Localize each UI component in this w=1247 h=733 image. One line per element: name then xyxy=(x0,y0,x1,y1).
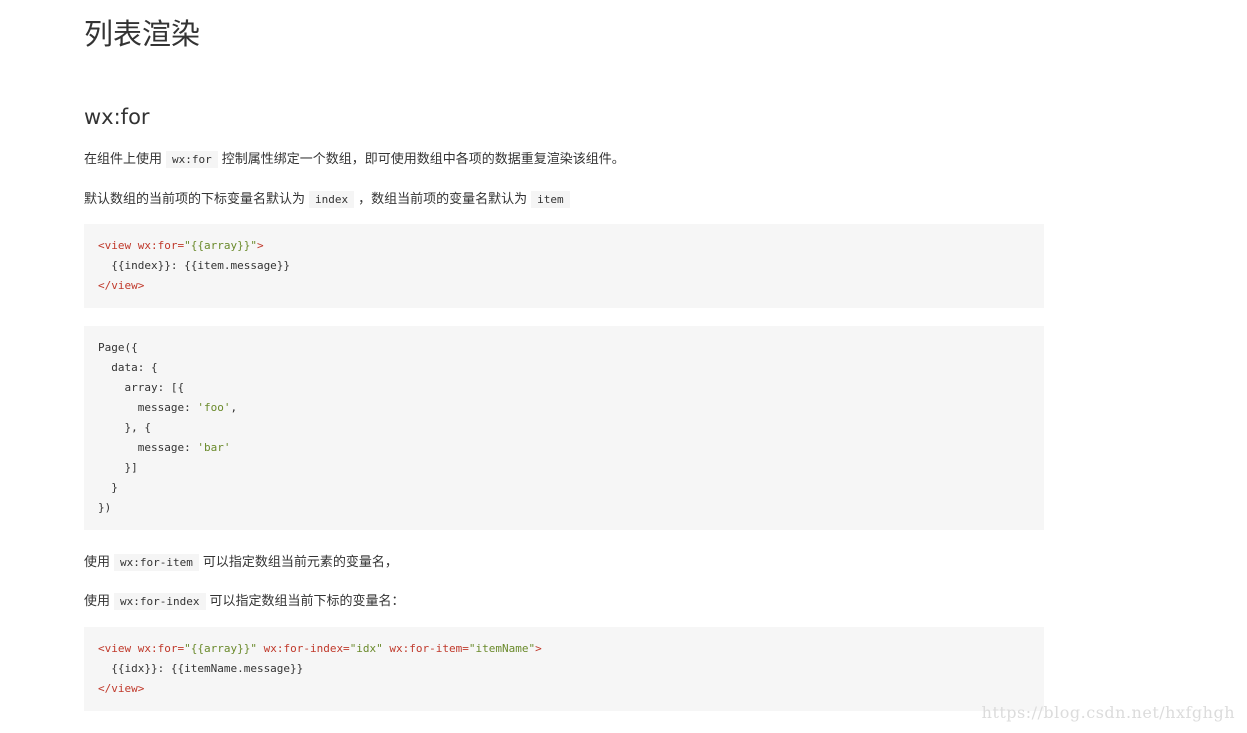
inline-code-item: item xyxy=(531,191,570,208)
paragraph-for-index: 使用 wx:for-index 可以指定数组当前下标的变量名： xyxy=(84,592,405,612)
code-attr: wx:for= xyxy=(131,239,185,252)
text: 控制属性绑定一个数组，即可使用数组中各项的数据重复渲染该组件。 xyxy=(221,152,625,167)
page-title: 列表渲染 xyxy=(84,17,201,51)
code-punct: , xyxy=(230,401,238,414)
text: 使用 xyxy=(84,555,111,570)
text: 可以指定数组当前下标的变量名： xyxy=(209,594,405,609)
code-block-js: Page({ data: { array: [{ message: 'foo',… xyxy=(84,326,1044,530)
paragraph-for-item: 使用 wx:for-item 可以指定数组当前元素的变量名， xyxy=(84,553,398,573)
code-line: }) xyxy=(98,501,112,514)
code-line: message: xyxy=(98,441,198,454)
code-string: 'foo' xyxy=(197,401,231,414)
text: 默认数组的当前项的下标变量名默认为 xyxy=(84,192,306,207)
code-attr: wx:for-item= xyxy=(382,642,469,655)
code-line: array: [{ xyxy=(98,381,185,394)
code-block-wxml: <view wx:for="{{array}}"> {{index}}: {{i… xyxy=(84,224,1044,308)
code-line: }] xyxy=(98,461,138,474)
section-heading: wx:for xyxy=(84,105,150,129)
code-attr: wx:for= xyxy=(131,642,185,655)
text: 可以指定数组当前元素的变量名， xyxy=(202,555,398,570)
code-string: "{{array}}" xyxy=(184,239,257,252)
code-line: }, { xyxy=(98,421,151,434)
code-tag: </view> xyxy=(98,682,145,695)
code-tag: </view> xyxy=(98,279,145,292)
code-block-wxml-custom: <view wx:for="{{array}}" wx:for-index="i… xyxy=(84,627,1044,711)
paragraph-wxfor-intro: 在组件上使用 wx:for 控制属性绑定一个数组，即可使用数组中各项的数据重复渲染该… xyxy=(84,150,625,170)
inline-code: wx:for xyxy=(166,151,218,168)
inline-code-index: index xyxy=(309,191,355,208)
code-string: "itemName" xyxy=(468,642,536,655)
code-string: "{{array}}" xyxy=(184,642,257,655)
code-string: 'bar' xyxy=(197,441,231,454)
text: 在组件上使用 xyxy=(84,152,163,167)
code-line: {{index}}: {{item.message}} xyxy=(98,259,291,272)
code-line: } xyxy=(98,481,118,494)
code-string: "idx" xyxy=(349,642,383,655)
code-tag: > xyxy=(535,642,542,655)
inline-code-for-item: wx:for-item xyxy=(114,554,199,571)
code-line: message: xyxy=(98,401,198,414)
code-tag: > xyxy=(256,239,264,252)
inline-code-for-index: wx:for-index xyxy=(114,593,206,610)
code-line: {{idx}}: {{itemName.message}} xyxy=(98,662,304,675)
paragraph-default-names: 默认数组的当前项的下标变量名默认为 index ，数组当前项的变量名默认为 item xyxy=(84,190,574,210)
code-tag: <view xyxy=(98,239,132,252)
code-line: data: { xyxy=(98,361,158,374)
text: ，数组当前项的变量名默认为 xyxy=(358,192,528,207)
code-line: Page({ xyxy=(98,341,138,354)
code-tag: <view xyxy=(98,642,132,655)
text: 使用 xyxy=(84,594,111,609)
code-attr: wx:for-index= xyxy=(256,642,350,655)
watermark: https://blog.csdn.net/hxfghgh xyxy=(981,703,1235,722)
